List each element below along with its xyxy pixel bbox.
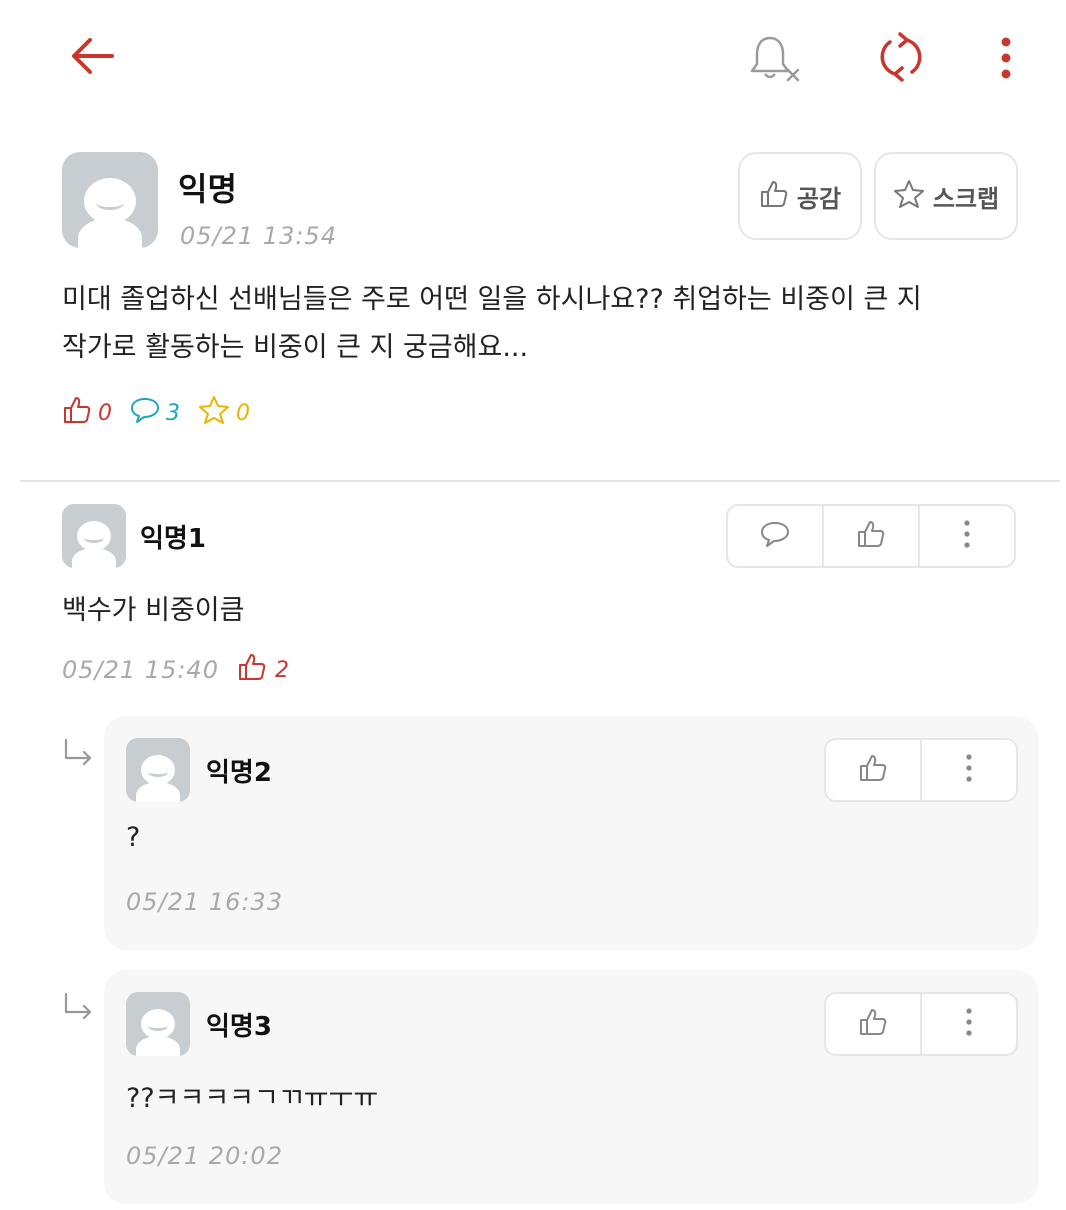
- reply: 익명3 ??ㅋㅋㅋㅋㄱㄲㅠㅜㅠ 05/21 20:02: [104, 970, 1038, 1204]
- comment-more-button[interactable]: [920, 506, 1014, 566]
- avatar: [62, 152, 158, 248]
- top-bar: [0, 0, 1066, 112]
- more-vertical-icon: [965, 753, 973, 787]
- reply: 익명2 ? 05/21 16:33: [104, 716, 1038, 950]
- divider: [20, 480, 1060, 482]
- reply-author: 익명2: [206, 758, 272, 788]
- post-stats: 0 3 0: [62, 396, 268, 430]
- comment-body: 백수가 비중이큼: [62, 595, 245, 626]
- comment-author: 익명1: [140, 524, 206, 554]
- avatar: [62, 504, 126, 568]
- like-count-value: 0: [98, 400, 112, 426]
- thumbs-up-icon: [62, 395, 92, 431]
- post-body-line: 작가로 활동하는 비중이 큰 지 궁금해요...: [62, 332, 529, 363]
- more-vertical-icon: [965, 1007, 973, 1041]
- scrap-count: 0: [198, 395, 250, 431]
- reply-arrow-icon: [62, 738, 96, 768]
- avatar: [126, 992, 190, 1056]
- back-arrow-icon[interactable]: [62, 28, 122, 84]
- thumbs-up-icon: [856, 519, 886, 553]
- reply-like-button[interactable]: [826, 994, 922, 1054]
- comment-like-button[interactable]: [824, 506, 920, 566]
- reply-time: 05/21 16:33: [126, 888, 283, 916]
- reply-arrow-icon: [62, 992, 96, 1022]
- reply-body: ??ㅋㅋㅋㅋㄱㄲㅠㅜㅠ: [126, 1083, 379, 1114]
- more-vertical-icon[interactable]: [986, 28, 1026, 88]
- speech-bubble-icon: [760, 520, 790, 552]
- reply-author: 익명3: [206, 1012, 272, 1042]
- star-icon: [893, 179, 925, 213]
- thumbs-up-icon: [237, 652, 267, 688]
- thumbs-up-icon: [858, 1007, 888, 1041]
- like-button-label: 공감: [796, 184, 842, 213]
- comment-time: 05/21 15:40: [62, 656, 219, 684]
- comment-meta: 05/21 15:40 2: [62, 652, 289, 688]
- more-vertical-icon: [963, 519, 971, 553]
- scrap-button[interactable]: 스크랩: [874, 152, 1018, 240]
- comment-count-value: 3: [166, 400, 180, 426]
- reply-like-button[interactable]: [826, 740, 922, 800]
- refresh-icon[interactable]: [870, 26, 932, 88]
- reply-time: 05/21 20:02: [126, 1142, 283, 1170]
- comment-like-value: 2: [274, 657, 289, 683]
- post-time: 05/21 13:54: [180, 222, 337, 250]
- scrap-count-value: 0: [236, 400, 250, 426]
- avatar: [126, 738, 190, 802]
- thumbs-up-icon: [759, 179, 789, 213]
- thumbs-up-icon: [858, 753, 888, 787]
- post-author: 익명: [178, 170, 237, 208]
- reply-actions: [824, 738, 1018, 802]
- reply-more-button[interactable]: [922, 740, 1016, 800]
- reply-body: ?: [126, 822, 141, 853]
- speech-bubble-icon: [130, 396, 160, 430]
- comment-actions: [726, 504, 1016, 568]
- reply-button[interactable]: [728, 506, 824, 566]
- notification-off-icon[interactable]: [742, 28, 806, 88]
- reply-actions: [824, 992, 1018, 1056]
- reply-more-button[interactable]: [922, 994, 1016, 1054]
- star-icon: [198, 395, 230, 431]
- post-body: 미대 졸업하신 선배님들은 주로 어떤 일을 하시나요?? 취업하는 비중이 큰…: [62, 276, 1002, 372]
- like-count: 0: [62, 395, 112, 431]
- like-button[interactable]: 공감: [738, 152, 862, 240]
- comment-like-count: 2: [237, 652, 289, 688]
- post-body-line: 미대 졸업하신 선배님들은 주로 어떤 일을 하시나요?? 취업하는 비중이 큰…: [62, 284, 922, 315]
- scrap-button-label: 스크랩: [932, 184, 1000, 213]
- comment-count: 3: [130, 396, 180, 430]
